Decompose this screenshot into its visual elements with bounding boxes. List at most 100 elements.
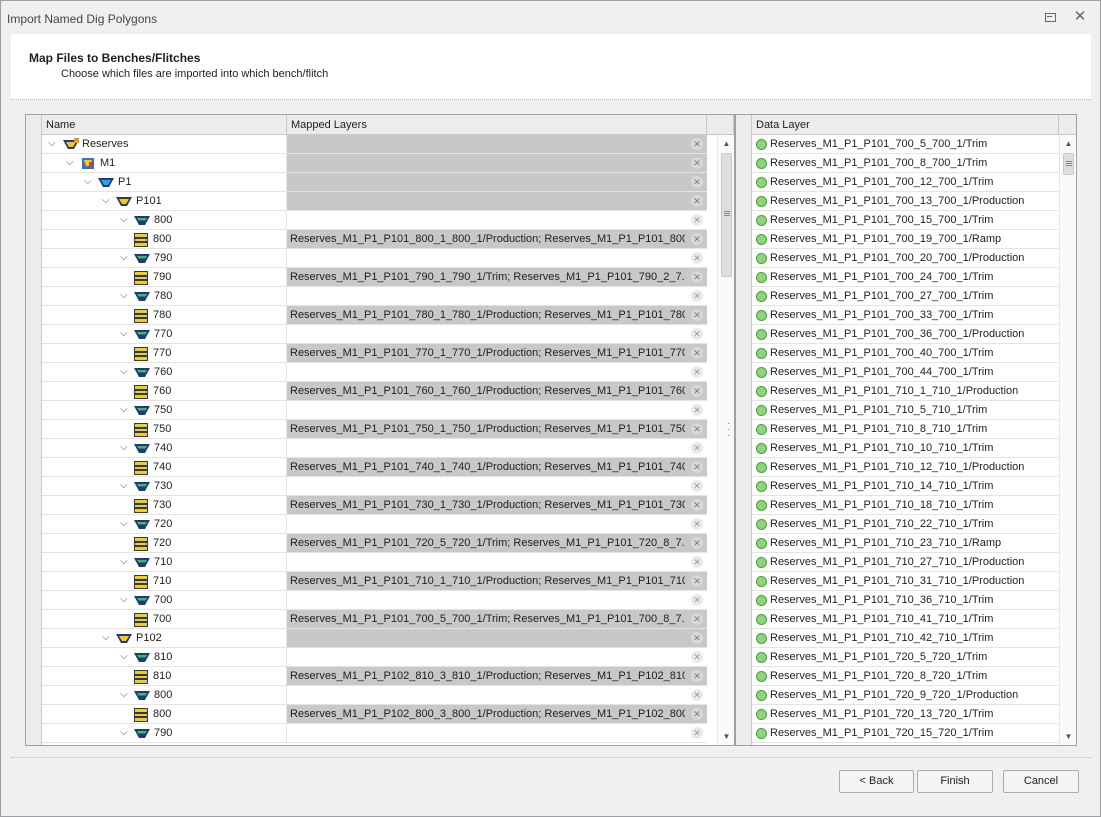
data-layer-row[interactable]: Reserves_M1_P1_P101_710_23_710_1/Ramp <box>752 534 1059 553</box>
column-header-mapped-layers[interactable]: Mapped Layers <box>287 115 707 135</box>
data-layer-row[interactable]: Reserves_M1_P1_P101_710_31_710_1/Product… <box>752 572 1059 591</box>
clear-icon[interactable]: ✕ <box>691 328 703 340</box>
name-cell[interactable]: 800 <box>42 230 287 249</box>
clear-icon[interactable]: ✕ <box>691 632 703 644</box>
clear-icon[interactable]: ✕ <box>691 613 703 625</box>
mapped-layers-cell[interactable]: ✕ <box>287 724 707 743</box>
name-cell[interactable]: 740 <box>42 458 287 477</box>
clear-icon[interactable]: ✕ <box>691 309 703 321</box>
tree-row[interactable]: ⌵ 780 ✕ <box>42 287 707 306</box>
mapped-layers-cell[interactable]: Reserves_M1_P1_P101_720_5_720_1/Trim; Re… <box>287 534 707 553</box>
chevron-down-icon[interactable]: ⌵ <box>66 157 76 169</box>
tree-row[interactable]: ⌵ 710 ✕ <box>42 553 707 572</box>
name-cell[interactable]: 730 <box>42 496 287 515</box>
name-cell[interactable]: ⌵ 770 <box>42 325 287 344</box>
name-cell[interactable]: 710 <box>42 572 287 591</box>
tree-row[interactable]: 750 Reserves_M1_P1_P101_750_1_750_1/Produ… <box>42 420 707 439</box>
name-cell[interactable]: 780 <box>42 306 287 325</box>
data-layer-row[interactable]: Reserves_M1_P1_P101_710_36_710_1/Trim <box>752 591 1059 610</box>
chevron-down-icon[interactable]: ⌵ <box>84 176 94 188</box>
clear-icon[interactable]: ✕ <box>691 594 703 606</box>
data-layer-row[interactable]: Reserves_M1_P1_P101_700_33_700_1/Trim <box>752 306 1059 325</box>
name-cell[interactable]: 720 <box>42 534 287 553</box>
name-cell[interactable]: 810 <box>42 667 287 686</box>
name-cell[interactable]: ⌵ 720 <box>42 515 287 534</box>
clear-icon[interactable]: ✕ <box>691 157 703 169</box>
scroll-down-arrow[interactable]: ▼ <box>722 732 731 741</box>
chevron-down-icon[interactable]: ⌵ <box>120 214 130 226</box>
mapped-layers-cell[interactable]: Reserves_M1_P1_P101_710_1_710_1/Producti… <box>287 572 707 591</box>
mapped-layers-cell[interactable]: ✕ <box>287 249 707 268</box>
chevron-down-icon[interactable]: ⌵ <box>102 632 112 644</box>
name-cell[interactable]: ⌵ 760 <box>42 363 287 382</box>
data-layer-row[interactable]: Reserves_M1_P1_P101_710_8_710_1/Trim <box>752 420 1059 439</box>
mapped-layers-cell[interactable]: ✕ <box>287 325 707 344</box>
tree-row[interactable]: ⌵ 700 ✕ <box>42 591 707 610</box>
mapped-layers-cell[interactable]: Reserves_M1_P1_P102_800_3_800_1/Producti… <box>287 705 707 724</box>
data-layer-row[interactable]: Reserves_M1_P1_P101_700_24_700_1/Trim <box>752 268 1059 287</box>
tree-row[interactable]: ⌵ 770 ✕ <box>42 325 707 344</box>
mapped-layers-cell[interactable]: Reserves_M1_P1_P101_750_1_750_1/Producti… <box>287 420 707 439</box>
back-button[interactable]: < Back <box>839 770 914 793</box>
data-layer-row[interactable]: Reserves_M1_P1_P101_710_12_710_1/Product… <box>752 458 1059 477</box>
data-layer-row[interactable]: Reserves_M1_P1_P101_720_8_720_1/Trim <box>752 667 1059 686</box>
data-vertical-scrollbar[interactable]: ▲ ▼ <box>1059 135 1076 745</box>
clear-icon[interactable]: ✕ <box>691 518 703 530</box>
chevron-down-icon[interactable]: ⌵ <box>120 366 130 378</box>
mapped-layers-cell[interactable]: Reserves_M1_P1_P101_800_1_800_1/Producti… <box>287 230 707 249</box>
scroll-thumb[interactable] <box>721 153 732 277</box>
mapped-layers-cell[interactable]: Reserves_M1_P1_P101_740_1_740_1/Producti… <box>287 458 707 477</box>
clear-icon[interactable]: ✕ <box>691 689 703 701</box>
restore-icon[interactable] <box>1043 10 1057 24</box>
tree-row[interactable]: ⌵ 730 ✕ <box>42 477 707 496</box>
mapped-layers-cell[interactable]: ✕ <box>287 515 707 534</box>
data-layer-row[interactable]: Reserves_M1_P1_P101_700_19_700_1/Ramp <box>752 230 1059 249</box>
clear-icon[interactable]: ✕ <box>691 651 703 663</box>
data-layer-row[interactable]: Reserves_M1_P1_P101_710_42_710_1/Trim <box>752 629 1059 648</box>
tree-row[interactable]: 720 Reserves_M1_P1_P101_720_5_720_1/Trim;… <box>42 534 707 553</box>
mapped-layers-cell[interactable]: ✕ <box>287 629 707 648</box>
data-layer-row[interactable]: Reserves_M1_P1_P101_710_1_710_1/Producti… <box>752 382 1059 401</box>
clear-icon[interactable]: ✕ <box>691 670 703 682</box>
data-layer-row[interactable]: Reserves_M1_P1_P101_700_36_700_1/Product… <box>752 325 1059 344</box>
tree-row[interactable]: 770 Reserves_M1_P1_P101_770_1_770_1/Produ… <box>42 344 707 363</box>
data-layer-row[interactable]: Reserves_M1_P1_P101_710_27_710_1/Product… <box>752 553 1059 572</box>
mapped-layers-cell[interactable]: ✕ <box>287 287 707 306</box>
data-layer-row[interactable]: Reserves_M1_P1_P101_710_14_710_1/Trim <box>752 477 1059 496</box>
scroll-thumb[interactable] <box>1063 153 1074 175</box>
clear-icon[interactable]: ✕ <box>691 727 703 739</box>
data-layer-row[interactable]: Reserves_M1_P1_P101_700_40_700_1/Trim <box>752 344 1059 363</box>
name-cell[interactable]: ⌵ 750 <box>42 401 287 420</box>
name-cell[interactable]: 790 <box>42 268 287 287</box>
data-layer-row[interactable]: Reserves_M1_P1_P101_720_15_720_1/Trim <box>752 724 1059 743</box>
data-layer-row[interactable]: Reserves_M1_P1_P101_700_5_700_1/Trim <box>752 135 1059 154</box>
tree-row[interactable]: 780 Reserves_M1_P1_P101_780_1_780_1/Produ… <box>42 306 707 325</box>
chevron-down-icon[interactable]: ⌵ <box>120 290 130 302</box>
mapped-layers-cell[interactable]: ✕ <box>287 192 707 211</box>
clear-icon[interactable]: ✕ <box>691 423 703 435</box>
data-layer-row[interactable]: Reserves_M1_P1_P101_710_18_710_1/Trim <box>752 496 1059 515</box>
data-layer-row[interactable]: Reserves_M1_P1_P101_700_15_700_1/Trim <box>752 211 1059 230</box>
data-layer-row[interactable]: Reserves_M1_P1_P101_700_20_700_1/Product… <box>752 249 1059 268</box>
column-header-name[interactable]: Name <box>42 115 287 135</box>
mapped-layers-cell[interactable]: Reserves_M1_P1_P101_790_1_790_1/Trim; Re… <box>287 268 707 287</box>
clear-icon[interactable]: ✕ <box>691 404 703 416</box>
mapped-layers-cell[interactable]: ✕ <box>287 401 707 420</box>
name-cell[interactable]: 760 <box>42 382 287 401</box>
tree-row[interactable]: ⌵ P1 ✕ <box>42 173 707 192</box>
clear-icon[interactable]: ✕ <box>691 556 703 568</box>
mapped-layers-cell[interactable]: ✕ <box>287 135 707 154</box>
panel-splitter[interactable]: · · · <box>727 419 731 441</box>
chevron-down-icon[interactable]: ⌵ <box>120 594 130 606</box>
mapped-layers-cell[interactable]: Reserves_M1_P1_P101_770_1_770_1/Producti… <box>287 344 707 363</box>
tree-row[interactable]: ⌵ 750 ✕ <box>42 401 707 420</box>
tree-row[interactable]: ⌵ 790 ✕ <box>42 724 707 743</box>
chevron-down-icon[interactable]: ⌵ <box>120 328 130 340</box>
mapped-layers-cell[interactable]: ✕ <box>287 553 707 572</box>
chevron-down-icon[interactable]: ⌵ <box>120 689 130 701</box>
clear-icon[interactable]: ✕ <box>691 366 703 378</box>
chevron-down-icon[interactable]: ⌵ <box>120 442 130 454</box>
clear-icon[interactable]: ✕ <box>691 347 703 359</box>
data-layer-row[interactable]: Reserves_M1_P1_P101_720_5_720_1/Trim <box>752 648 1059 667</box>
close-icon[interactable]: ✕ <box>1073 9 1087 24</box>
